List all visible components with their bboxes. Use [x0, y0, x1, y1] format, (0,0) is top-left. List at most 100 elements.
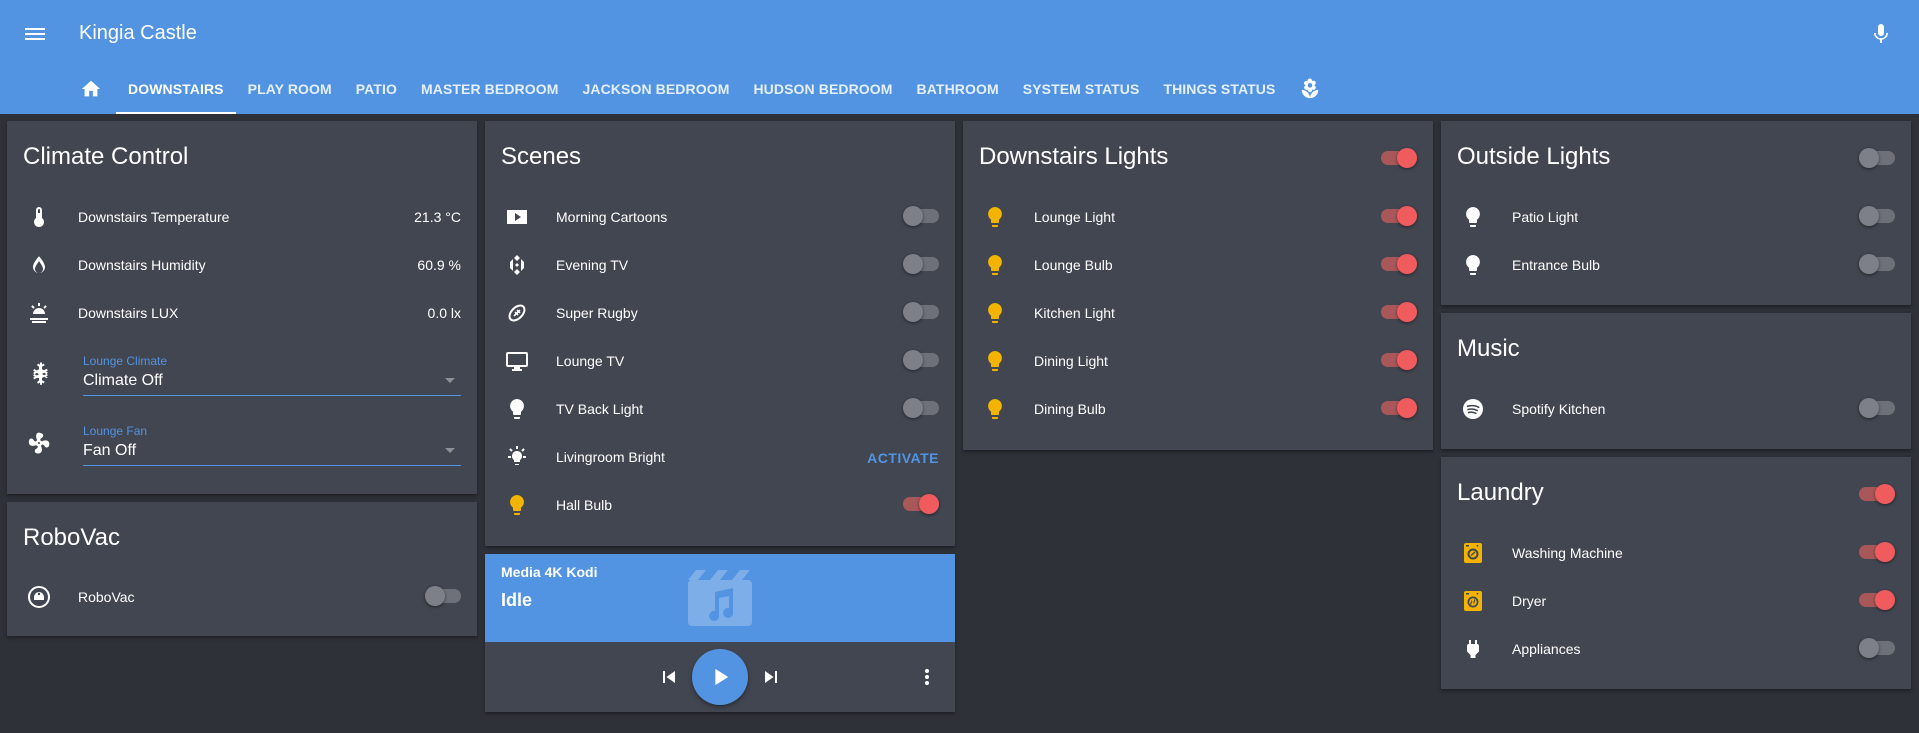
- row-label: Super Rugby: [556, 305, 638, 321]
- tab-flower[interactable]: [1287, 70, 1333, 108]
- outside-lights-master-toggle[interactable]: [1859, 148, 1895, 168]
- menu-icon[interactable]: [24, 22, 48, 46]
- more-vertical-icon[interactable]: [915, 665, 939, 689]
- tab-bathroom[interactable]: BATHROOM: [905, 70, 1011, 108]
- app-header: Kingia Castle DOWNSTAIRS PLAY ROOM PATIO…: [0, 0, 1919, 114]
- light-row-patio-light[interactable]: Patio Light: [1441, 197, 1911, 237]
- light-toggle[interactable]: [1381, 206, 1417, 226]
- scene-toggle[interactable]: [903, 206, 939, 226]
- light-row-lounge-bulb[interactable]: Lounge Bulb: [963, 245, 1433, 285]
- scene-toggle[interactable]: [903, 494, 939, 514]
- scene-row-livingroom-bright[interactable]: Livingroom Bright ACTIVATE: [485, 437, 955, 477]
- laundry-toggle[interactable]: [1859, 638, 1895, 658]
- row-label: RoboVac: [78, 589, 135, 605]
- scene-toggle[interactable]: [903, 302, 939, 322]
- row-label: Lounge Light: [1034, 209, 1115, 225]
- light-toggle[interactable]: [1381, 350, 1417, 370]
- fan-icon: [28, 432, 50, 454]
- row-value: 60.9 %: [417, 257, 461, 273]
- row-label: TV Back Light: [556, 401, 644, 417]
- microphone-icon[interactable]: [1869, 22, 1893, 46]
- play-button[interactable]: [692, 649, 748, 705]
- scene-row-super-rugby[interactable]: Super Rugby: [485, 293, 955, 333]
- tab-master-bedroom[interactable]: MASTER BEDROOM: [409, 70, 571, 108]
- skip-next-icon[interactable]: [759, 665, 783, 689]
- media-player-card: Media 4K Kodi Idle: [485, 554, 955, 712]
- light-toggle[interactable]: [1859, 206, 1895, 226]
- app-title: Kingia Castle: [79, 22, 197, 44]
- light-toggle[interactable]: [1381, 398, 1417, 418]
- card-title: Laundry: [1457, 479, 1544, 506]
- sun-lux-icon: [30, 303, 48, 323]
- laundry-row-washing-machine[interactable]: Washing Machine: [1441, 533, 1911, 573]
- scene-toggle[interactable]: [903, 350, 939, 370]
- select-underline: [83, 395, 461, 396]
- robovac-row[interactable]: RoboVac: [7, 577, 477, 617]
- tab-patio[interactable]: PATIO: [344, 70, 409, 108]
- activate-button[interactable]: ACTIVATE: [867, 450, 939, 466]
- laundry-row-dryer[interactable]: Dryer: [1441, 581, 1911, 621]
- select-value: Fan Off: [83, 442, 137, 459]
- tab-jackson-bedroom[interactable]: JACKSON BEDROOM: [571, 70, 742, 108]
- light-toggle[interactable]: [1859, 254, 1895, 274]
- light-toggle[interactable]: [1381, 254, 1417, 274]
- card-title: Scenes: [501, 143, 582, 170]
- tab-downstairs[interactable]: DOWNSTAIRS: [116, 70, 236, 114]
- tab-system-status[interactable]: SYSTEM STATUS: [1011, 70, 1152, 108]
- lightbulb-bright-icon: [508, 446, 526, 465]
- chevron-down-icon: [445, 378, 455, 383]
- light-row-kitchen-light[interactable]: Kitchen Light: [963, 293, 1433, 333]
- tab-home[interactable]: [76, 70, 116, 108]
- light-row-dining-light[interactable]: Dining Light: [963, 341, 1433, 381]
- humidity-row[interactable]: Downstairs Humidity 60.9 %: [7, 245, 477, 285]
- tab-hudson-bedroom[interactable]: HUDSON BEDROOM: [741, 70, 904, 108]
- tumble-dryer-icon: [1464, 591, 1482, 611]
- power-plug-icon: [1467, 640, 1479, 658]
- row-label: Morning Cartoons: [556, 209, 668, 225]
- row-label: Appliances: [1512, 641, 1581, 657]
- lightbulb-icon: [988, 255, 1002, 275]
- light-row-lounge-light[interactable]: Lounge Light: [963, 197, 1433, 237]
- tab-things-status[interactable]: THINGS STATUS: [1151, 70, 1287, 108]
- lightbulb-icon: [1466, 207, 1480, 227]
- light-row-entrance-bulb[interactable]: Entrance Bulb: [1441, 245, 1911, 285]
- music-row-spotify-kitchen[interactable]: Spotify Kitchen: [1441, 389, 1911, 429]
- downstairs-lights-master-toggle[interactable]: [1381, 148, 1417, 168]
- laundry-row-appliances[interactable]: Appliances: [1441, 629, 1911, 669]
- row-label: Livingroom Bright: [556, 449, 665, 465]
- select-underline: [83, 465, 461, 466]
- scene-row-tv-back-light[interactable]: TV Back Light: [485, 389, 955, 429]
- laundry-toggle[interactable]: [1859, 590, 1895, 610]
- light-toggle[interactable]: [1381, 302, 1417, 322]
- laundry-master-toggle[interactable]: [1859, 484, 1895, 504]
- row-label: Entrance Bulb: [1512, 257, 1600, 273]
- scene-row-morning-cartoons[interactable]: Morning Cartoons: [485, 197, 955, 237]
- tab-play-room[interactable]: PLAY ROOM: [236, 70, 344, 108]
- robovac-card: RoboVac RoboVac: [7, 502, 477, 636]
- row-value: 0.0 lx: [427, 305, 461, 321]
- scene-row-hall-bulb[interactable]: Hall Bulb: [485, 485, 955, 525]
- row-value: 21.3 °C: [414, 209, 461, 225]
- scene-row-evening-tv[interactable]: Evening TV: [485, 245, 955, 285]
- temperature-row[interactable]: Downstairs Temperature 21.3 °C: [7, 197, 477, 237]
- music-card: Music Spotify Kitchen: [1441, 313, 1911, 449]
- lux-row[interactable]: Downstairs LUX 0.0 lx: [7, 293, 477, 333]
- row-label: Spotify Kitchen: [1512, 401, 1606, 417]
- row-label: Hall Bulb: [556, 497, 613, 513]
- row-label: Downstairs Humidity: [78, 257, 206, 273]
- row-label: Lounge Bulb: [1034, 257, 1113, 273]
- scene-toggle[interactable]: [903, 254, 939, 274]
- scene-toggle[interactable]: [903, 398, 939, 418]
- play-icon: [715, 668, 729, 686]
- snowflake-icon: [33, 362, 48, 385]
- music-toggle[interactable]: [1859, 398, 1895, 418]
- climate-control-card: Climate Control Downstairs Temperature 2…: [7, 121, 477, 494]
- card-title: Downstairs Lights: [979, 143, 1169, 170]
- lounge-fan-select[interactable]: Lounge Fan Fan Off: [78, 424, 461, 472]
- laundry-toggle[interactable]: [1859, 542, 1895, 562]
- light-row-dining-bulb[interactable]: Dining Bulb: [963, 389, 1433, 429]
- skip-previous-icon[interactable]: [657, 665, 681, 689]
- robovac-toggle[interactable]: [425, 586, 461, 606]
- scene-row-lounge-tv[interactable]: Lounge TV: [485, 341, 955, 381]
- lounge-climate-select[interactable]: Lounge Climate Climate Off: [78, 354, 461, 402]
